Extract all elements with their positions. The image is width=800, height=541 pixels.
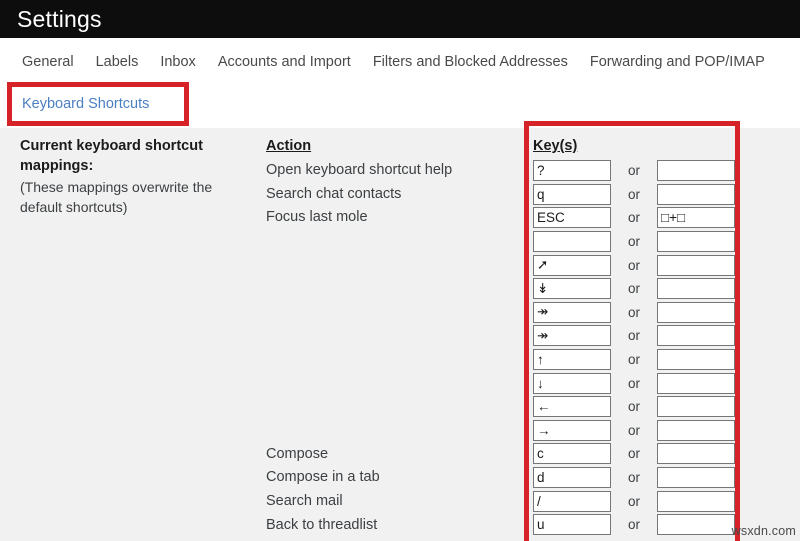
key-binding-row: or: [533, 442, 738, 466]
tab-keyboard-shortcuts[interactable]: Keyboard Shortcuts: [22, 96, 149, 112]
key-primary-input[interactable]: [533, 184, 611, 205]
key-alternate-input[interactable]: [657, 231, 735, 252]
key-or-label: or: [611, 373, 657, 394]
key-binding-row: or: [533, 348, 738, 372]
action-label: Search chat contacts: [266, 183, 516, 207]
tab-forwarding-and-pop-imap[interactable]: Forwarding and POP/IMAP: [590, 52, 765, 72]
key-binding-row: or: [533, 183, 738, 207]
tab-accounts-and-import[interactable]: Accounts and Import: [218, 52, 351, 72]
key-binding-row: or: [533, 324, 738, 348]
key-or-label: or: [611, 184, 657, 205]
key-or-label: or: [611, 349, 657, 370]
keys-column-header-wrap: Key(s): [533, 136, 738, 159]
key-binding-row: or: [533, 301, 738, 325]
key-primary-input[interactable]: [533, 491, 611, 512]
key-alternate-input[interactable]: [657, 160, 735, 181]
key-or-label: or: [611, 396, 657, 417]
key-binding-row: or: [533, 230, 738, 254]
key-primary-input[interactable]: [533, 160, 611, 181]
key-primary-input[interactable]: [533, 443, 611, 464]
key-binding-row: or: [533, 513, 738, 537]
settings-tab-list: General Labels Inbox Accounts and Import…: [22, 52, 765, 72]
sub-tab-list: Keyboard Shortcuts: [22, 94, 149, 114]
action-label: Back to threadlist: [266, 514, 516, 538]
key-binding-rows: orororororororororororororororor: [533, 159, 738, 537]
key-or-label: or: [611, 207, 657, 228]
action-label: Compose in a tab: [266, 466, 516, 490]
key-binding-row: or: [533, 253, 738, 277]
key-or-label: or: [611, 302, 657, 323]
key-or-label: or: [611, 514, 657, 535]
tab-inbox[interactable]: Inbox: [160, 52, 195, 72]
key-alternate-input[interactable]: [657, 420, 735, 441]
key-primary-input[interactable]: [533, 325, 611, 346]
action-list-bottom: Compose Compose in a tab Search mail Bac…: [266, 443, 516, 537]
action-list-spacer: [266, 230, 516, 443]
key-primary-input[interactable]: [533, 514, 611, 535]
key-primary-input[interactable]: [533, 349, 611, 370]
action-column: Action Open keyboard shortcut help Searc…: [266, 136, 516, 537]
action-list-top: Open keyboard shortcut help Search chat …: [266, 159, 516, 230]
action-label: Compose: [266, 443, 516, 467]
key-primary-input[interactable]: [533, 302, 611, 323]
action-column-header: Action: [266, 136, 311, 156]
tab-filters-and-blocked-addresses[interactable]: Filters and Blocked Addresses: [373, 52, 568, 72]
key-primary-input[interactable]: [533, 207, 611, 228]
key-binding-row: or: [533, 277, 738, 301]
key-alternate-input[interactable]: [657, 325, 735, 346]
key-alternate-input[interactable]: [657, 514, 735, 535]
shortcut-mappings-note: (These mappings overwrite the default sh…: [20, 177, 255, 217]
key-or-label: or: [611, 255, 657, 276]
title-bar: Settings: [0, 0, 800, 38]
settings-tabs-area: General Labels Inbox Accounts and Import…: [0, 38, 800, 128]
key-binding-row: or: [533, 419, 738, 443]
key-binding-row: or: [533, 159, 738, 183]
key-alternate-input[interactable]: [657, 373, 735, 394]
key-or-label: or: [611, 443, 657, 464]
key-alternate-input[interactable]: [657, 255, 735, 276]
key-alternate-input[interactable]: [657, 443, 735, 464]
action-label: Open keyboard shortcut help: [266, 159, 516, 183]
key-binding-row: or: [533, 395, 738, 419]
key-or-label: or: [611, 325, 657, 346]
key-or-label: or: [611, 160, 657, 181]
key-alternate-input[interactable]: [657, 278, 735, 299]
keys-column: Key(s) orororororororororororororororor: [533, 136, 738, 537]
key-primary-input[interactable]: [533, 278, 611, 299]
key-primary-input[interactable]: [533, 373, 611, 394]
action-label: Search mail: [266, 490, 516, 514]
key-alternate-input[interactable]: [657, 467, 735, 488]
key-primary-input[interactable]: [533, 231, 611, 252]
key-or-label: or: [611, 491, 657, 512]
settings-content: Current keyboard shortcut mappings: (The…: [0, 128, 800, 541]
key-binding-row: or: [533, 206, 738, 230]
action-label: Focus last mole: [266, 206, 516, 230]
tab-labels[interactable]: Labels: [96, 52, 139, 72]
shortcut-mappings-title: Current keyboard shortcut mappings:: [20, 137, 255, 176]
key-or-label: or: [611, 420, 657, 441]
key-alternate-input[interactable]: [657, 396, 735, 417]
tab-general[interactable]: General: [22, 52, 74, 72]
key-or-label: or: [611, 467, 657, 488]
key-primary-input[interactable]: [533, 255, 611, 276]
key-alternate-input[interactable]: [657, 184, 735, 205]
key-primary-input[interactable]: [533, 396, 611, 417]
shortcut-mappings-description: Current keyboard shortcut mappings: (The…: [20, 137, 255, 217]
key-binding-row: or: [533, 489, 738, 513]
key-alternate-input[interactable]: [657, 302, 735, 323]
keys-column-header: Key(s): [533, 136, 577, 156]
key-binding-row: or: [533, 371, 738, 395]
key-primary-input[interactable]: [533, 467, 611, 488]
key-binding-row: or: [533, 466, 738, 490]
key-or-label: or: [611, 278, 657, 299]
key-alternate-input[interactable]: [657, 207, 735, 228]
key-primary-input[interactable]: [533, 420, 611, 441]
watermark: wsxdn.com: [732, 524, 796, 538]
key-alternate-input[interactable]: [657, 349, 735, 370]
key-alternate-input[interactable]: [657, 491, 735, 512]
page-title: Settings: [17, 4, 102, 34]
key-or-label: or: [611, 231, 657, 252]
